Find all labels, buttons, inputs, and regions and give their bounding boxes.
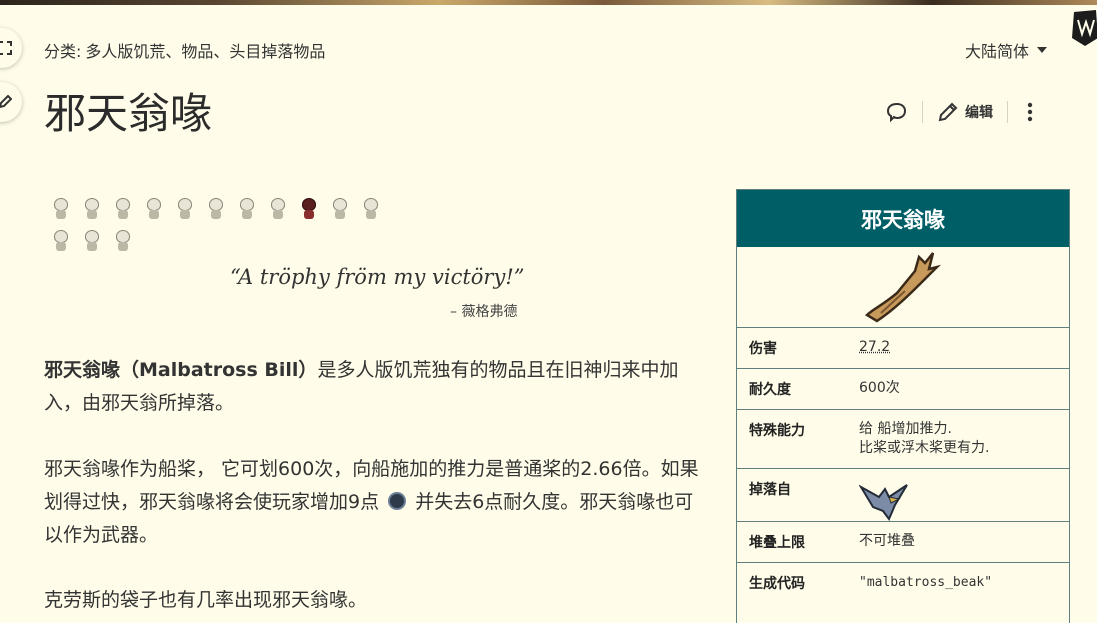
special-line-1: 给 船增加推力. (859, 420, 1057, 439)
more-options-button[interactable] (1022, 101, 1038, 123)
info-row-durability: 耐久度 600次 (737, 368, 1069, 409)
infobox: 邪天翁喙 伤害 27.2 耐久度 600次 特殊能力 给 船增加推力. 比桨或浮… (736, 189, 1070, 623)
character-icon[interactable] (112, 196, 134, 220)
character-icon[interactable] (267, 196, 289, 220)
character-icon[interactable] (329, 196, 351, 220)
character-quotes-row-1 (50, 196, 382, 220)
categories-label: 分类: (44, 42, 81, 61)
usage-paragraph: 邪天翁喙作为船桨， 它可划600次，向船施加的推力是普通桨的2.66倍。如果划得… (44, 453, 708, 552)
vertical-dots-icon (1022, 101, 1038, 123)
pencil-icon (0, 95, 12, 109)
character-icon[interactable] (236, 196, 258, 220)
damage-value[interactable]: 27.2 (859, 339, 890, 355)
divider (1007, 101, 1008, 123)
character-icon[interactable] (81, 228, 103, 252)
info-value: "malbatross_beak" (847, 563, 1069, 603)
info-row-dropped-by: 掉落自 (737, 468, 1069, 521)
character-icon[interactable] (143, 196, 165, 220)
character-icon[interactable] (81, 196, 103, 220)
top-banner (0, 0, 1097, 5)
chevron-down-icon (1037, 47, 1047, 53)
character-icon[interactable] (205, 196, 227, 220)
info-key: 掉落自 (737, 469, 847, 521)
infobox-title: 邪天翁喙 (737, 190, 1069, 247)
item-name-bold: 邪天翁喙（Malbatross Bill） (44, 359, 317, 381)
info-row-special: 特殊能力 给 船增加推力. 比桨或浮木桨更有力. (737, 409, 1069, 468)
character-icon[interactable] (50, 196, 72, 220)
info-key: 堆叠上限 (737, 522, 847, 562)
intro-paragraph: 邪天翁喙（Malbatross Bill）是多人版饥荒独有的物品且在旧神归来中加… (44, 354, 708, 420)
character-icon[interactable] (174, 196, 196, 220)
edit-button[interactable]: 编辑 (937, 101, 993, 123)
character-icon[interactable] (360, 196, 382, 220)
info-row-damage: 伤害 27.2 (737, 327, 1069, 368)
item-image (737, 247, 1069, 327)
fullscreen-button[interactable] (0, 28, 22, 68)
info-value: 不可堆叠 (847, 522, 1069, 562)
sanity-icon (388, 492, 406, 510)
character-quote: “A tröphy fröm my victöry!” (230, 265, 525, 289)
category-list: 分类: 多人版饥荒、物品、头目掉落物品 (44, 38, 325, 62)
page-actions: 编辑 (886, 98, 1038, 126)
quote-author[interactable]: – 薇格弗德 (450, 301, 517, 321)
language-selector[interactable]: 大陆简体 (965, 38, 1047, 62)
language-label: 大陆简体 (965, 38, 1029, 62)
character-icon[interactable] (50, 228, 72, 252)
categories-links[interactable]: 多人版饥荒、物品、头目掉落物品 (85, 42, 325, 61)
info-value (847, 469, 1069, 521)
info-value: 600次 (847, 369, 1069, 409)
krampus-paragraph: 克劳斯的袋子也有几率出现邪天翁喙。 (44, 584, 708, 617)
character-quotes-row-2 (50, 228, 134, 252)
side-edit-button[interactable] (0, 82, 22, 122)
malbatross-bill-icon (861, 249, 941, 325)
info-row-stack: 堆叠上限 不可堆叠 (737, 521, 1069, 562)
character-icon[interactable] (112, 228, 134, 252)
info-key: 伤害 (737, 328, 847, 368)
expand-icon (0, 41, 12, 55)
wiki-logo-icon[interactable] (1070, 8, 1097, 48)
info-key: 生成代码 (737, 563, 847, 603)
malbatross-icon[interactable] (859, 479, 909, 523)
speech-bubble-icon (886, 101, 908, 123)
info-key: 耐久度 (737, 369, 847, 409)
info-value: 给 船增加推力. 比桨或浮木桨更有力. (847, 410, 1069, 468)
info-value: 27.2 (847, 328, 1069, 368)
info-key: 特殊能力 (737, 410, 847, 468)
character-icon-selected[interactable] (298, 196, 320, 220)
pencil-icon (937, 101, 959, 123)
page-title: 邪天翁喙 (44, 80, 212, 141)
divider (922, 101, 923, 123)
comment-button[interactable] (886, 101, 908, 123)
info-row-code: 生成代码 "malbatross_beak" (737, 562, 1069, 603)
edit-label: 编辑 (965, 102, 993, 122)
special-line-2: 比桨或浮木桨更有力. (859, 439, 1057, 458)
